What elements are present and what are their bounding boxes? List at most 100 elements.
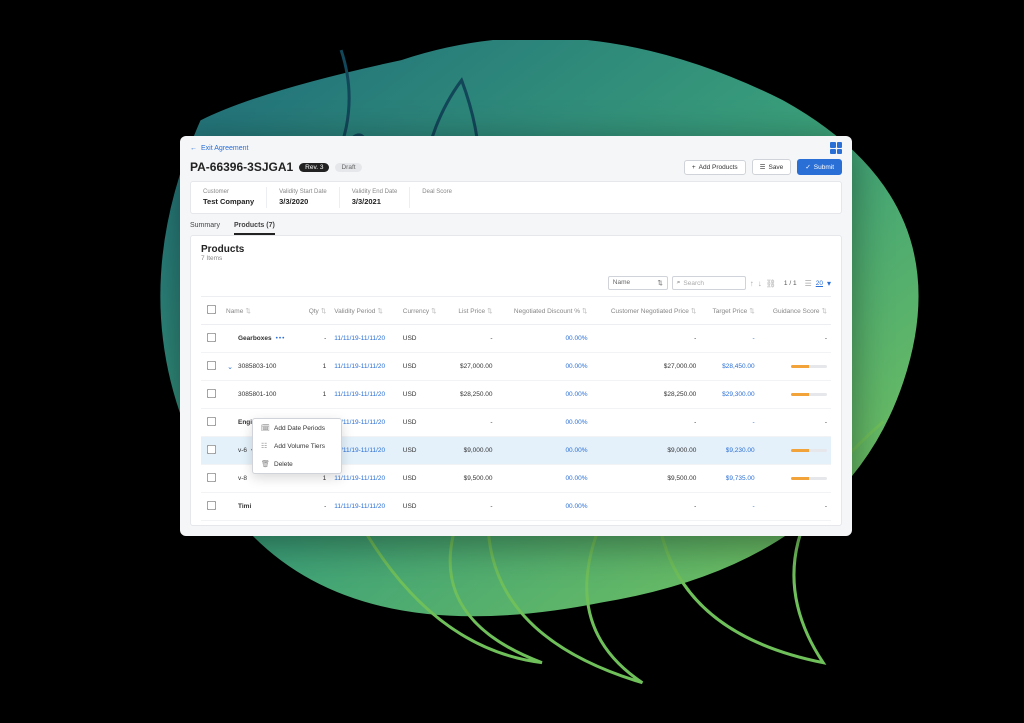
row-guidance <box>759 465 831 493</box>
col-validity[interactable]: Validity Period⇅ <box>330 297 398 325</box>
row-neg-disc[interactable]: 00.00% <box>497 437 592 465</box>
row-currency: USD <box>399 465 448 493</box>
row-checkbox[interactable] <box>207 473 216 482</box>
chevron-down-icon[interactable]: ▾ <box>827 279 831 288</box>
row-guidance <box>759 437 831 465</box>
row-neg-disc[interactable]: 00.00% <box>497 409 592 437</box>
col-list-price[interactable]: List Price⇅ <box>447 297 496 325</box>
link-icon[interactable]: ⛓ <box>766 279 776 288</box>
list-icon[interactable]: ☰ <box>805 279 812 288</box>
row-checkbox[interactable] <box>207 445 216 454</box>
row-neg-disc[interactable]: 00.00% <box>497 353 592 381</box>
row-menu-icon[interactable]: ••• <box>276 335 286 342</box>
submit-button[interactable]: ✓Submit <box>797 159 842 175</box>
row-neg-disc[interactable]: 00.00% <box>497 381 592 409</box>
row-checkbox[interactable] <box>207 389 216 398</box>
row-checkbox[interactable] <box>207 501 216 510</box>
name-filter-select[interactable]: Name⇅ <box>608 276 668 290</box>
row-target[interactable]: - <box>700 409 758 437</box>
sort-up-icon[interactable]: ↑ <box>750 279 754 288</box>
info-end-date: Validity End Date 3/3/2021 <box>340 187 411 208</box>
row-list-price: $9,500.00 <box>447 465 496 493</box>
row-target[interactable]: - <box>700 325 758 353</box>
row-name: 3085803-100 <box>238 363 276 370</box>
row-validity[interactable]: 11/11/19-11/11/20 <box>330 325 398 353</box>
info-bar: Customer Test Company Validity Start Dat… <box>190 181 842 214</box>
col-cust-neg[interactable]: Customer Negotiated Price⇅ <box>591 297 700 325</box>
row-target[interactable]: $28,450.00 <box>700 353 758 381</box>
exit-agreement-link[interactable]: Exit Agreement <box>190 145 248 152</box>
row-qty: 1 <box>301 381 331 409</box>
row-list-price: $9,000.00 <box>447 437 496 465</box>
app-window: Exit Agreement PA-66396-3SJGA1 Rev. 3 Dr… <box>180 136 852 536</box>
row-list-price: $28,250.00 <box>447 381 496 409</box>
row-guidance <box>759 381 831 409</box>
row-target[interactable]: $29,300.00 <box>700 381 758 409</box>
menu-delete[interactable]: 🗑Delete <box>253 455 341 473</box>
trash-icon: 🗑 <box>261 460 269 468</box>
col-guidance[interactable]: Guidance Score⇅ <box>759 297 831 325</box>
row-cust-neg: $9,000.00 <box>591 437 700 465</box>
menu-add-date-periods[interactable]: 🗓Add Date Periods <box>253 419 341 437</box>
item-count: 7 Items <box>201 255 831 262</box>
search-icon: ⌕ <box>677 279 681 287</box>
row-checkbox[interactable] <box>207 333 216 342</box>
calendar-icon: 🗓 <box>261 424 269 432</box>
row-neg-disc[interactable]: 00.00% <box>497 325 592 353</box>
table-row[interactable]: Gearboxes •••-11/11/19-11/11/20USD-00.00… <box>201 325 831 353</box>
select-all-checkbox[interactable] <box>207 305 216 314</box>
add-products-button[interactable]: +Add Products <box>684 160 746 175</box>
guidance-bar <box>791 365 827 368</box>
topbar: Exit Agreement <box>180 136 852 157</box>
row-cust-neg: - <box>591 325 700 353</box>
row-name: Timi <box>238 503 251 510</box>
tab-products[interactable]: Products (7) <box>234 222 275 235</box>
row-qty: - <box>301 325 331 353</box>
row-currency: USD <box>399 381 448 409</box>
col-currency[interactable]: Currency⇅ <box>399 297 448 325</box>
updown-icon: ⇅ <box>657 279 662 287</box>
table-row[interactable]: 3085801-100 111/11/19-11/11/20USD$28,250… <box>201 381 831 409</box>
col-neg-disc[interactable]: Negotiated Discount %⇅ <box>497 297 592 325</box>
tiers-icon: ☷ <box>261 442 269 450</box>
table-row[interactable]: ⌄3085803-100 111/11/19-11/11/20USD$27,00… <box>201 353 831 381</box>
layout-grid-icon[interactable] <box>830 142 842 154</box>
row-neg-disc[interactable]: 00.00% <box>497 465 592 493</box>
row-currency: USD <box>399 353 448 381</box>
plus-icon: + <box>692 164 696 171</box>
row-target[interactable]: - <box>700 493 758 521</box>
col-qty[interactable]: Qty⇅ <box>301 297 331 325</box>
menu-add-volume-tiers[interactable]: ☷Add Volume Tiers <box>253 437 341 455</box>
table-toolbar: Name⇅ ⌕Search ↑ ↓ ⛓ 1 / 1 ☰ 20 ▾ <box>201 272 831 297</box>
col-name[interactable]: Name⇅ <box>222 297 301 325</box>
search-input[interactable]: ⌕Search <box>672 276 746 290</box>
expand-icon[interactable]: ⌄ <box>226 363 234 371</box>
row-validity[interactable]: 11/11/19-11/11/20 <box>330 353 398 381</box>
table-row[interactable]: Timi -11/11/19-11/11/20USD-00.00%--- <box>201 493 831 521</box>
row-list-price: - <box>447 325 496 353</box>
row-guidance <box>759 353 831 381</box>
products-panel: Products 7 Items Name⇅ ⌕Search ↑ ↓ ⛓ 1 /… <box>190 235 842 526</box>
row-target[interactable]: $9,735.00 <box>700 465 758 493</box>
row-currency: USD <box>399 325 448 353</box>
row-validity[interactable]: 11/11/19-11/11/20 <box>330 381 398 409</box>
row-currency: USD <box>399 437 448 465</box>
save-button[interactable]: ☰Save <box>752 159 792 175</box>
row-neg-disc[interactable]: 00.00% <box>497 493 592 521</box>
row-target[interactable]: $9,230.00 <box>700 437 758 465</box>
row-validity[interactable]: 11/11/19-11/11/20 <box>330 493 398 521</box>
info-deal-score: Deal Score <box>410 187 841 208</box>
col-target[interactable]: Target Price⇅ <box>700 297 758 325</box>
pagesize-select[interactable]: 20 <box>816 280 823 287</box>
tab-summary[interactable]: Summary <box>190 222 220 235</box>
row-guidance: - <box>759 493 831 521</box>
row-cust-neg: $9,500.00 <box>591 465 700 493</box>
sort-down-icon[interactable]: ↓ <box>758 279 762 288</box>
row-checkbox[interactable] <box>207 417 216 426</box>
row-guidance: - <box>759 325 831 353</box>
row-context-menu: 🗓Add Date Periods ☷Add Volume Tiers 🗑Del… <box>252 418 342 474</box>
row-checkbox[interactable] <box>207 361 216 370</box>
row-name: 3085801-100 <box>238 391 276 398</box>
page-title: PA-66396-3SJGA1 <box>190 160 293 174</box>
row-qty: - <box>301 493 331 521</box>
